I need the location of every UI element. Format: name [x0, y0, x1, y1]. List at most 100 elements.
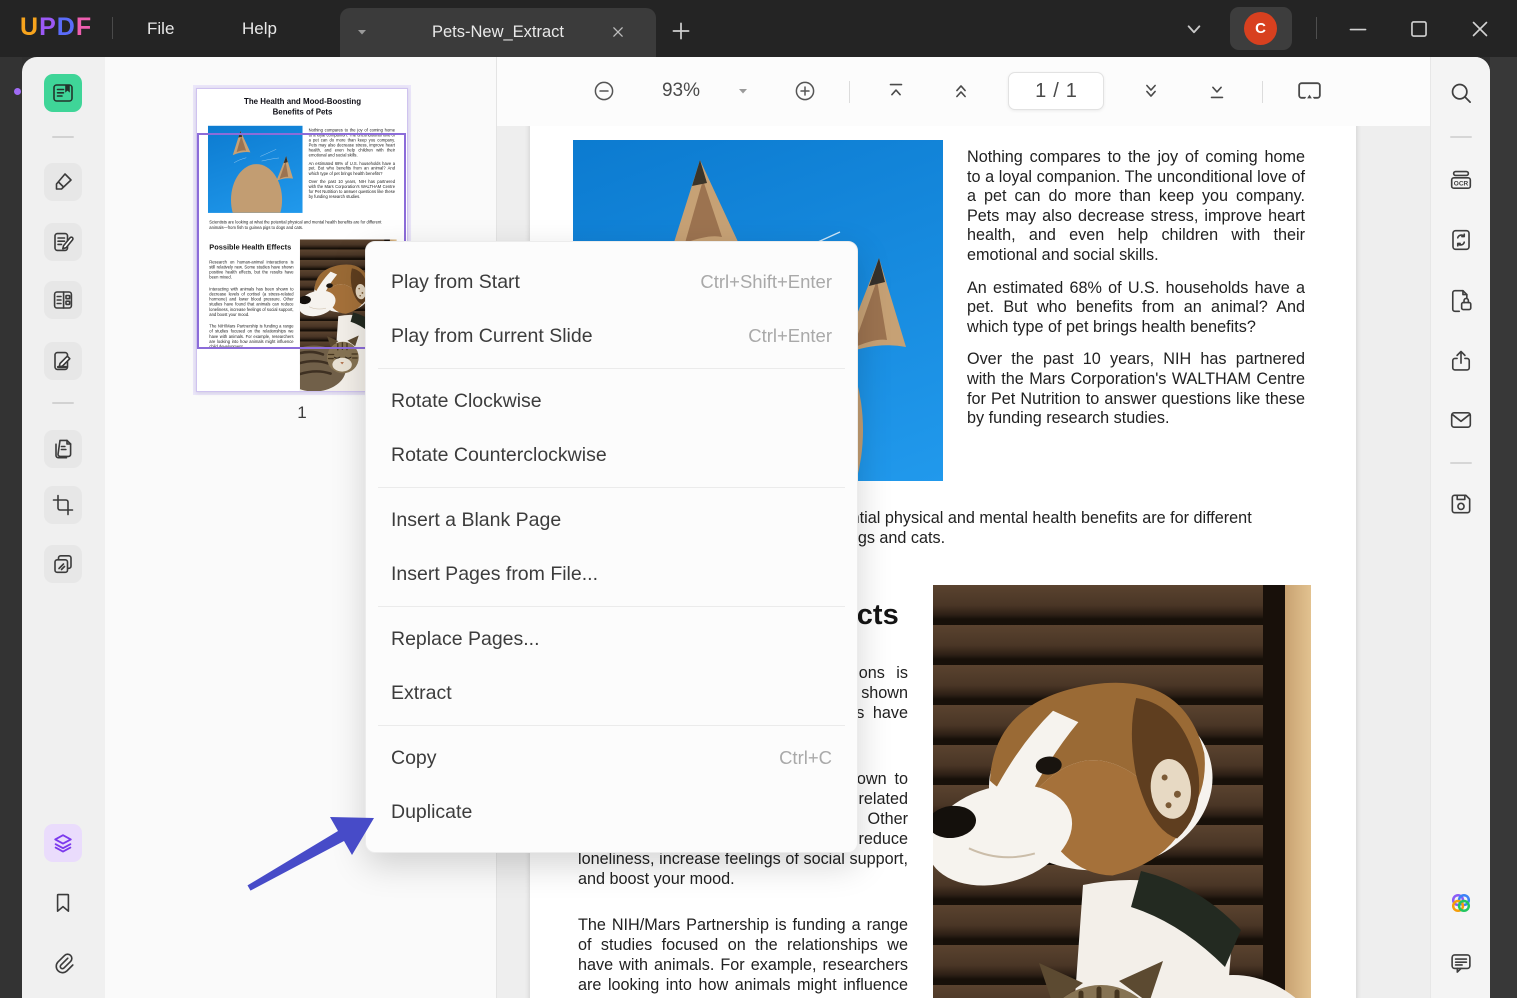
duplicate-stack-icon [54, 554, 72, 574]
menu-item-shortcut: Ctrl+C [779, 747, 832, 768]
sidebar-item-search[interactable] [1448, 80, 1474, 106]
menu-item-insert-pages-from-file[interactable]: Insert Pages from File... [366, 547, 857, 601]
paragraph: An estimated 68% of U.S. households have… [308, 161, 396, 176]
left-sidebar [22, 57, 105, 998]
sidebar-item-protect[interactable] [1448, 287, 1474, 313]
svg-text:OCR: OCR [1454, 180, 1469, 187]
context-menu: Play from Start Ctrl+Shift+Enter Play from… [365, 241, 858, 853]
go-to-first-page-button[interactable] [885, 80, 907, 102]
paragraph: An estimated 68% of U.S. households have… [967, 278, 1305, 336]
zoom-dropdown-caret-icon[interactable] [735, 84, 751, 98]
sidebar-item-form[interactable] [44, 281, 82, 319]
sidebar-item-organize-pages[interactable] [44, 430, 82, 468]
middle-paragraph-line2: animals—from fish to guinea pigs to dogs… [209, 225, 304, 230]
go-to-last-page-button[interactable] [1206, 80, 1228, 102]
logo-letter: F [75, 13, 93, 41]
form-icon [53, 291, 73, 309]
zoom-level[interactable]: 93% [649, 80, 713, 102]
paragraph: Interacting with animals has been shown … [209, 286, 294, 317]
bookmark-icon [56, 893, 70, 912]
avatar: C [1244, 12, 1277, 45]
document-lock-icon [1451, 289, 1472, 313]
menu-item-label: Duplicate [391, 800, 473, 823]
menu-item-extract[interactable]: Extract [366, 666, 857, 720]
menu-divider [378, 368, 845, 369]
document-tab[interactable]: Pets-New_Extract [340, 8, 656, 57]
cat-photo [207, 125, 303, 213]
sidebar-item-edit[interactable] [44, 223, 82, 261]
sidebar-item-save[interactable] [1448, 491, 1474, 517]
logo-letter: U [20, 13, 40, 41]
comment-icon [1451, 954, 1471, 973]
paragraph: Over the past 10 years, NIH has partnere… [967, 350, 1305, 428]
menu-item-play-from-start[interactable]: Play from Start Ctrl+Shift+Enter [366, 255, 857, 309]
tab-close-icon[interactable] [608, 22, 628, 42]
sidebar-item-reader[interactable] [44, 74, 82, 112]
menu-item-label: Play from Start [391, 270, 520, 293]
sidebar-item-convert[interactable] [1448, 227, 1474, 253]
sidebar-divider [1450, 136, 1472, 138]
sidebar-item-sign[interactable] [44, 342, 82, 380]
minimize-button[interactable] [1345, 16, 1371, 42]
paragraph: The NIH/Mars Partnership is funding a ra… [209, 324, 294, 350]
menu-item-rotate-counterclockwise[interactable]: Rotate Counterclockwise [366, 428, 857, 482]
menu-item-label: Rotate Counterclockwise [391, 443, 607, 466]
sidebar-divider [52, 136, 74, 138]
zoom-out-button[interactable] [592, 79, 616, 103]
section-heading: Possible Health Effects [209, 243, 292, 252]
crop-icon [52, 494, 74, 516]
paperclip-icon [55, 953, 74, 974]
menu-item-duplicate[interactable]: Duplicate [366, 785, 857, 839]
updf-window: UPDF File Help Pets-New_Extract C The He… [0, 0, 1517, 998]
sidebar-item-email[interactable] [1448, 407, 1474, 433]
layers-icon [54, 834, 72, 853]
logo-letter: D [56, 13, 76, 41]
middle-paragraph: Scientists are looking at what the poten… [209, 220, 398, 230]
sidebar-item-crop[interactable] [44, 486, 82, 524]
left-text-column: Research on human-animal interactions is… [209, 259, 293, 356]
menu-file[interactable]: File [133, 0, 188, 57]
sidebar-item-ai-assistant[interactable] [1448, 890, 1474, 916]
maximize-button[interactable] [1406, 16, 1432, 42]
ocr-icon: OCR [1450, 170, 1472, 190]
menu-item-label: Rotate Clockwise [391, 389, 542, 412]
pages-icon [55, 439, 72, 459]
sidebar-item-stamp[interactable] [44, 545, 82, 583]
save-icon [1451, 494, 1471, 514]
updf-logo: UPDF [20, 13, 92, 42]
titlebar-chevron-down-icon[interactable] [1181, 16, 1207, 42]
dog-and-cat-illustration [933, 682, 1296, 998]
toolbar-divider [1262, 81, 1263, 103]
zoom-in-button[interactable] [793, 79, 817, 103]
sidebar-item-layers[interactable] [44, 824, 82, 862]
menu-item-play-from-current-slide[interactable]: Play from Current Slide Ctrl+Enter [366, 309, 857, 363]
sidebar-item-attachment[interactable] [44, 944, 82, 982]
sidebar-item-comment[interactable] [44, 163, 82, 201]
close-button[interactable] [1467, 16, 1493, 42]
menu-item-shortcut: Ctrl+Enter [748, 325, 832, 346]
menu-divider [378, 606, 845, 607]
previous-page-button[interactable] [950, 80, 972, 102]
presentation-mode-button[interactable] [1296, 78, 1323, 105]
menu-item-copy[interactable]: Copy Ctrl+C [366, 731, 857, 785]
window-frame-right [1490, 57, 1517, 998]
sidebar-item-feedback[interactable] [1448, 950, 1474, 976]
sidebar-item-ocr[interactable]: OCR [1448, 167, 1474, 193]
next-page-button[interactable] [1140, 80, 1162, 102]
menu-item-rotate-clockwise[interactable]: Rotate Clockwise [366, 374, 857, 428]
search-icon [1451, 83, 1471, 103]
account-button[interactable]: C [1230, 7, 1292, 50]
ai-assistant-icon [1451, 893, 1471, 913]
sidebar-item-bookmark[interactable] [44, 884, 82, 922]
menu-help[interactable]: Help [228, 0, 291, 57]
paragraph: Research on human-animal interactions is… [209, 259, 294, 280]
page-number-input[interactable]: 1 / 1 [1008, 72, 1104, 110]
dog-and-cat-photo [933, 585, 1311, 998]
menu-item-insert-a-blank-page[interactable]: Insert a Blank Page [366, 493, 857, 547]
new-tab-button[interactable] [668, 18, 694, 44]
menu-item-replace-pages[interactable]: Replace Pages... [366, 612, 857, 666]
sidebar-item-share[interactable] [1448, 348, 1474, 374]
toolbar-divider [849, 81, 850, 103]
current-page: 1 [1035, 79, 1047, 102]
window-frame-left [0, 57, 22, 998]
